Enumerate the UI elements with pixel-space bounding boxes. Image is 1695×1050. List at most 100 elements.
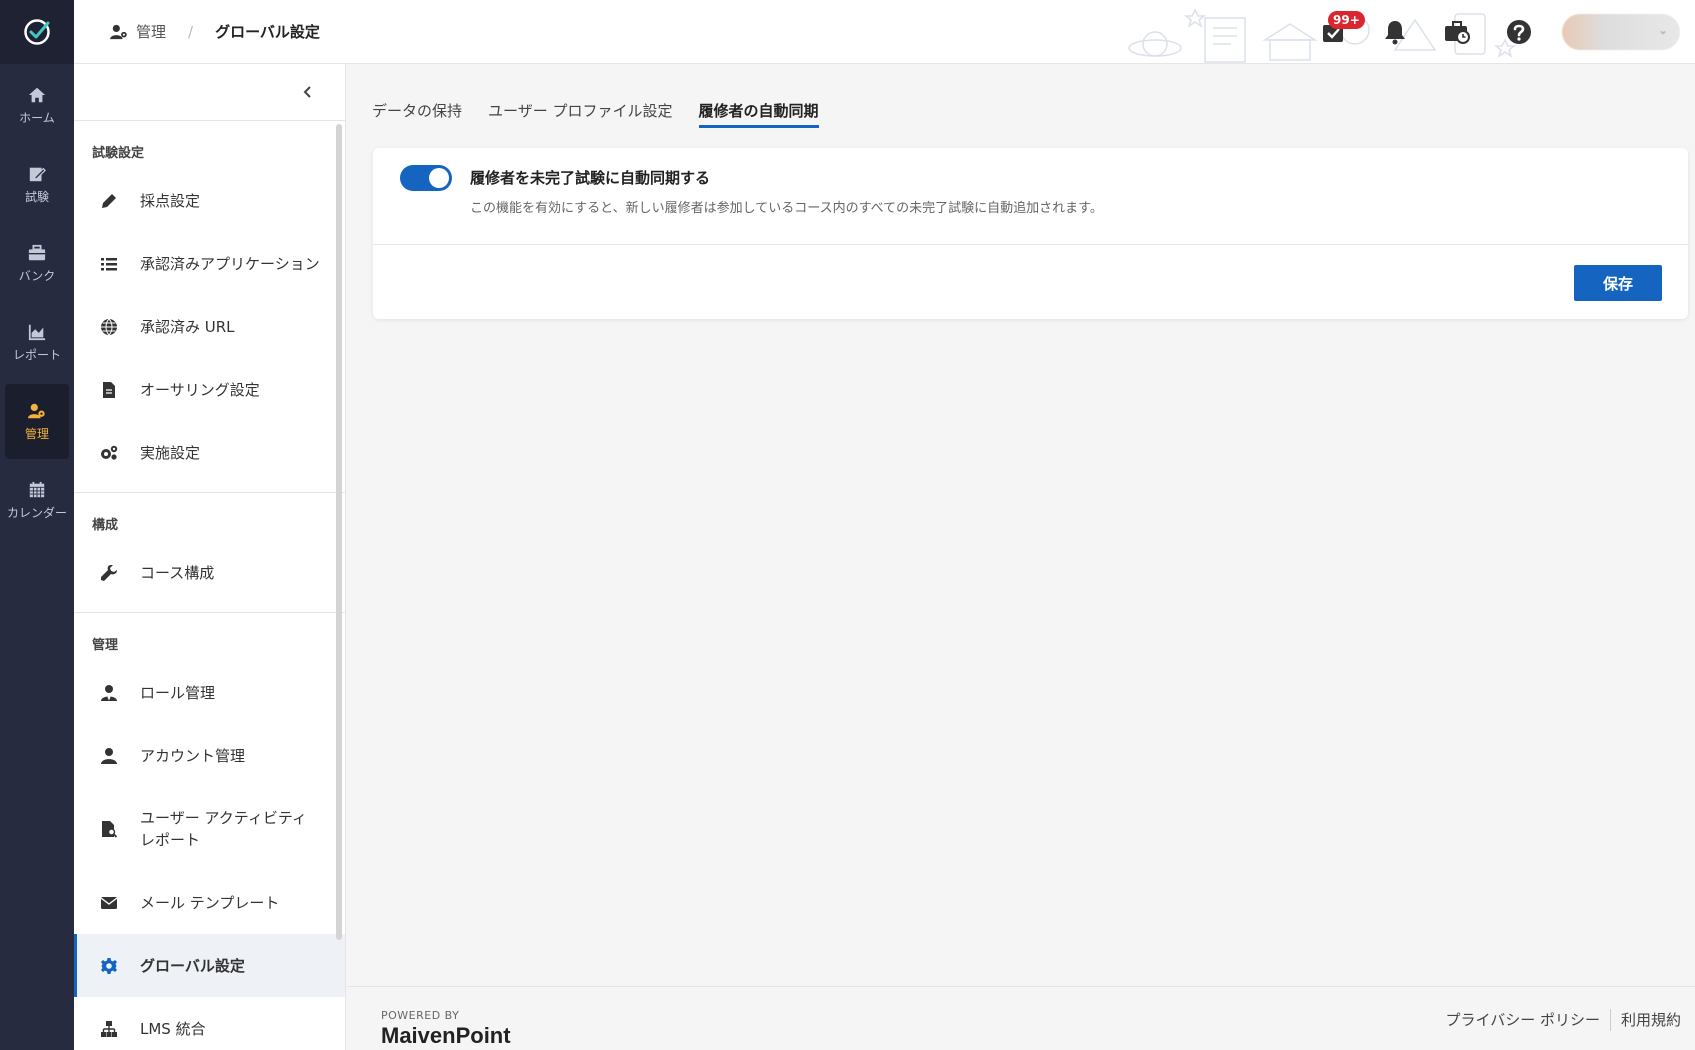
section-title-configuration: 構成: [92, 518, 119, 533]
top-actions: 99+ ⌄: [1302, 0, 1680, 64]
sitemap-icon: [101, 1020, 117, 1037]
gear-icon: [101, 957, 117, 974]
auto-sync-settings-card: 履修者を未完了試験に自動同期する この機能を有効にすると、新しい履修者は参加して…: [373, 148, 1688, 319]
notification-button[interactable]: [1364, 0, 1426, 64]
sidebar-item-email-templates[interactable]: メール テンプレート: [74, 871, 345, 934]
rail-item-label: バンク: [18, 268, 56, 283]
collapse-sidebar-button[interactable]: [74, 64, 345, 121]
settings-tabs: データの保持 ユーザー プロファイル設定 履修者の自動同期: [347, 64, 1695, 128]
terms-of-use-link[interactable]: 利用規約: [1621, 1009, 1681, 1031]
main-content: データの保持 ユーザー プロファイル設定 履修者の自動同期 履修者を未完了試験に…: [347, 64, 1695, 986]
powered-by-label: POWERED BY: [381, 1009, 460, 1022]
sidebar-scrollbar[interactable]: [336, 124, 342, 940]
sidebar-item-approved-urls[interactable]: 承認済み URL: [74, 295, 345, 358]
sidebar-item-label: コース構成: [140, 564, 215, 582]
chevron-down-icon: ⌄: [1657, 23, 1668, 37]
toggle-knob: [429, 168, 449, 188]
work-schedule-button[interactable]: [1426, 0, 1488, 64]
admin-icon: [110, 24, 127, 39]
brand-logo: MaivenPoint: [381, 1023, 511, 1048]
globe-icon: [101, 318, 117, 335]
user-icon: [101, 747, 117, 764]
sidebar-item-label: LMS 統合: [140, 1020, 206, 1038]
save-button[interactable]: 保存: [1574, 265, 1662, 301]
wrench-icon: [101, 564, 117, 581]
footer-link-divider: [1609, 1009, 1611, 1031]
calendar-icon: [29, 481, 45, 497]
rail-item-label: 管理: [24, 426, 49, 441]
sidebar-item-label: アカウント管理: [140, 747, 246, 765]
rail-item-admin[interactable]: 管理: [5, 384, 69, 459]
footer-links: プライバシー ポリシー 利用規約: [1446, 1009, 1681, 1031]
sidebar-item-global-settings[interactable]: グローバル設定: [74, 934, 345, 997]
tab-user-profile-settings[interactable]: ユーザー プロファイル設定: [488, 100, 672, 128]
sidebar-item-delivery[interactable]: 実施設定: [74, 421, 345, 484]
section-title-management: 管理: [92, 638, 119, 653]
file-search-icon: [102, 821, 118, 838]
logo-check-icon: [24, 19, 50, 45]
breadcrumb-current: グローバル設定: [215, 23, 320, 41]
sidebar-item-authoring[interactable]: オーサリング設定: [74, 358, 345, 421]
breadcrumb-root[interactable]: 管理: [110, 21, 166, 42]
sidebar-item-label: ロール管理: [140, 684, 216, 702]
sidebar-item-label: 承認済みアプリケーション: [140, 255, 320, 273]
pencil-icon: [102, 193, 116, 208]
rail-item-bank[interactable]: バンク: [5, 226, 69, 301]
footer: POWERED BY MaivenPoint プライバシー ポリシー 利用規約: [347, 986, 1695, 1050]
rail-item-label: ホーム: [19, 110, 55, 125]
rail-item-home[interactable]: ホーム: [5, 68, 69, 143]
help-button[interactable]: [1488, 0, 1550, 64]
tab-learner-auto-sync[interactable]: 履修者の自動同期: [698, 100, 819, 128]
sidebar-item-label: グローバル設定: [140, 957, 245, 975]
sidebar-item-course-config[interactable]: コース構成: [74, 541, 345, 604]
sidebar-item-label: 採点設定: [140, 192, 201, 210]
auto-sync-option: 履修者を未完了試験に自動同期する この機能を有効にすると、新しい履修者は参加して…: [373, 148, 1688, 245]
sidebar-item-user-activity-report[interactable]: ユーザー アクティビティ レポート: [74, 787, 345, 871]
app-logo[interactable]: [0, 0, 74, 64]
user-tie-icon: [101, 684, 117, 701]
sidebar-item-label: 承認済み URL: [140, 318, 235, 336]
task-button[interactable]: 99+: [1302, 0, 1365, 64]
bell-icon: [1385, 21, 1405, 45]
user-menu[interactable]: ⌄: [1562, 14, 1680, 50]
breadcrumb: 管理 / グローバル設定: [74, 21, 320, 42]
help-icon: [1507, 20, 1531, 44]
envelope-icon: [100, 896, 118, 909]
list-icon: [101, 257, 117, 270]
section-title-exam-settings: 試験設定: [92, 146, 145, 161]
briefcase-clock-icon: [1445, 21, 1470, 44]
auto-sync-toggle[interactable]: [400, 165, 452, 191]
settings-sidebar: 試験設定 採点設定 承認済みアプリケーション 承認済み URL オーサリング設定…: [74, 64, 346, 1050]
sidebar-item-label: ユーザー アクティビティ レポート: [140, 809, 307, 849]
home-icon: [28, 87, 46, 102]
option-description: この機能を有効にすると、新しい履修者は参加しているコース内のすべての未完了試験に…: [470, 201, 1103, 216]
privacy-policy-link[interactable]: プライバシー ポリシー: [1446, 1009, 1600, 1031]
sidebar-item-lms-integration[interactable]: LMS 統合: [74, 997, 345, 1050]
rail-item-label: カレンダー: [6, 505, 67, 520]
gears-icon: [101, 445, 118, 460]
rail-item-exam[interactable]: 試験: [5, 147, 69, 222]
sidebar-item-role-management[interactable]: ロール管理: [74, 661, 345, 724]
document-icon: [103, 381, 115, 398]
sidebar-item-grading[interactable]: 採点設定: [74, 169, 345, 232]
chevron-left-icon: [303, 86, 311, 98]
rail-item-calendar[interactable]: カレンダー: [5, 463, 69, 538]
rail-item-report[interactable]: レポート: [5, 305, 69, 380]
breadcrumb-separator: /: [188, 22, 194, 41]
task-count-badge: 99+: [1328, 11, 1365, 29]
sidebar-item-label: メール テンプレート: [140, 894, 280, 912]
bank-icon: [28, 244, 46, 260]
sidebar-item-label: 実施設定: [140, 444, 201, 462]
sidebar-item-account-management[interactable]: アカウント管理: [74, 724, 345, 787]
admin-icon: [28, 403, 45, 418]
sidebar-item-approved-apps[interactable]: 承認済みアプリケーション: [74, 232, 345, 295]
exam-icon: [29, 167, 46, 181]
tab-data-retention[interactable]: データの保持: [372, 100, 462, 128]
sidebar-item-label: オーサリング設定: [140, 381, 260, 399]
app-rail: ホーム 試験 バンク レポート 管理 カレンダー: [0, 0, 74, 1050]
rail-item-label: 試験: [24, 189, 49, 204]
report-icon: [28, 324, 46, 340]
option-title: 履修者を未完了試験に自動同期する: [470, 169, 711, 187]
rail-item-label: レポート: [12, 347, 61, 362]
breadcrumb-root-label: 管理: [136, 23, 167, 41]
